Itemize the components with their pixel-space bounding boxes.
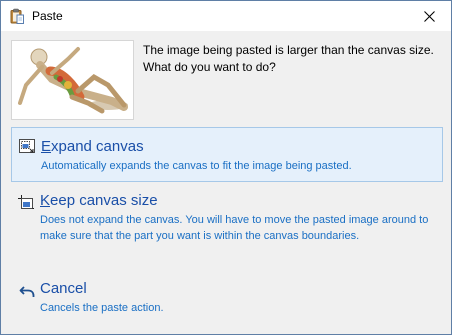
expand-canvas-mnemonic: E (41, 138, 52, 155)
expand-canvas-option[interactable]: Expand canvas Automatically expands the … (11, 127, 443, 182)
expand-canvas-title-text: xpand canvas (51, 138, 144, 155)
keep-canvas-size-title: Keep canvas size (40, 191, 443, 211)
expand-canvas-title: Expand canvas (41, 137, 442, 157)
keep-canvas-size-mnemonic: K (40, 192, 51, 209)
cancel-description: Cancels the paste action. (40, 302, 164, 314)
keep-canvas-size-title-text: eep canvas size (50, 192, 158, 209)
paste-dialog: Paste The image being pasted is larger t… (0, 0, 452, 335)
title-bar[interactable]: Paste (1, 1, 451, 31)
undo-arrow-icon (19, 286, 35, 297)
pasted-image-thumbnail (11, 40, 134, 120)
dialog-message: The image being pasted is larger than th… (143, 43, 434, 74)
close-icon (423, 10, 435, 22)
expand-canvas-icon (19, 139, 35, 153)
keep-canvas-size-option[interactable]: Keep canvas size Does not expand the can… (11, 191, 443, 263)
close-button[interactable] (407, 1, 451, 31)
expand-canvas-description: Automatically expands the canvas to fit … (41, 160, 352, 172)
cancel-title: Cancel (40, 280, 87, 297)
keep-canvas-icon (18, 195, 34, 209)
cancel-option[interactable]: Cancel Cancels the paste action. (11, 279, 443, 321)
window-title: Paste (32, 9, 63, 23)
keep-canvas-size-description: Does not expand the canvas. You will hav… (40, 214, 429, 242)
clipboard-icon (10, 8, 24, 24)
